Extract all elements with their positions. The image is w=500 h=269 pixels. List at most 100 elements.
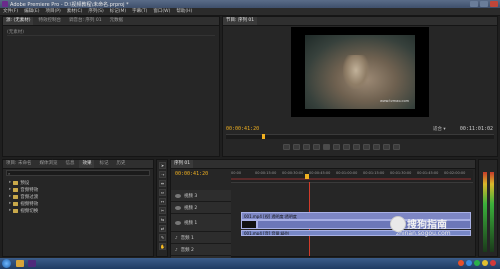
pen-tool[interactable]: ✎ [159,234,166,241]
razor-tool[interactable]: ✂ [159,207,166,214]
eye-icon[interactable] [175,220,181,225]
maximize-button[interactable] [480,1,488,7]
audio-meter-left [483,172,487,252]
folder-icon [13,187,19,192]
speaker-icon[interactable]: ♪ [175,247,178,252]
timeline-timecode[interactable]: 00:00:41:20 [175,171,208,177]
track-headers: 视频 3 视频 2 视频 1 ♪音频 1 ♪音频 2 ♪音频 3 [171,190,231,268]
export-frame-button[interactable] [393,144,400,150]
close-button[interactable] [490,1,498,7]
folder-icon [13,194,19,199]
folder-icon [13,180,19,185]
timeline-panel: 序列 01 00:00:41:20 00:00 00:00:15:00 00:0… [170,159,476,268]
rolling-edit-tool[interactable]: ⇔ [159,189,166,196]
menu-title[interactable]: 字幕(T) [132,8,147,15]
tab-source[interactable]: 源: (无素材) [3,17,34,25]
step-forward-button[interactable] [333,144,340,150]
menu-edit[interactable]: 编辑(E) [24,8,39,15]
tree-item-video-transitions[interactable]: ▸ 视频切换 [9,207,38,214]
tray-icon[interactable] [458,260,464,266]
tray-icon[interactable] [474,260,480,266]
play-button[interactable] [323,144,330,150]
tab-effect-controls[interactable]: 特效控制台 [35,17,64,25]
extract-button[interactable] [383,144,390,150]
transport-controls [283,144,400,150]
ripple-edit-tool[interactable]: ⇹ [159,180,166,187]
track-header-audio-2[interactable]: ♪ 音频 2 [171,244,231,256]
program-total-duration: 00:11:01:02 [459,126,493,132]
audio-meter-right [490,172,494,252]
folder-icon [13,201,19,206]
track-header-video-3[interactable]: 视频 3 [171,190,231,202]
menu-window[interactable]: 窗口(W) [153,8,170,15]
program-monitor-tabs: 节目: 序列 01 [223,17,497,26]
start-button[interactable] [2,259,11,268]
ruler-label: 00:00 [231,171,242,175]
selection-tool[interactable]: ➤ [159,162,166,169]
safe-margins-button[interactable] [363,144,370,150]
program-current-timecode[interactable]: 00:00:41:20 [226,126,259,132]
ruler-label: 00:01:15:00 [363,171,385,175]
menu-sequence[interactable]: 序列(S) [88,8,103,15]
work-area-bar[interactable] [231,178,471,180]
tray-icon[interactable] [490,260,496,266]
eye-icon[interactable] [175,193,181,198]
minimize-button[interactable] [470,1,478,7]
tab-project[interactable]: 项目: 未命名 [3,160,34,168]
loop-button[interactable] [353,144,360,150]
project-panel-tabs: 项目: 未命名 媒体浏览 信息 效果 标记 历史 [3,160,153,169]
tab-media-browser[interactable]: 媒体浏览 [36,160,60,168]
tab-markers[interactable]: 标记 [96,160,111,168]
track-header-video-1[interactable]: 视频 1 [171,214,231,232]
tab-effects[interactable]: 效果 [79,160,95,168]
menu-file[interactable]: 文件(F) [3,8,18,15]
ruler-label: 00:00:30:00 [282,171,304,175]
mark-out-button[interactable] [293,144,300,150]
explorer-taskbar-icon[interactable] [16,260,24,267]
slide-tool[interactable]: ⇄ [159,225,166,232]
system-tray [458,260,496,266]
ruler-label: 00:01:30:00 [390,171,412,175]
premiere-app-icon [2,1,8,7]
go-to-out-button[interactable] [343,144,350,150]
program-time-ruler[interactable] [226,134,494,139]
speaker-icon[interactable]: ♪ [175,235,178,240]
track-header-video-2[interactable]: 视频 2 [171,202,231,214]
tab-audio-mixer[interactable]: 调音台: 序列 01 [66,17,105,25]
menu-project[interactable]: 项目(P) [45,8,60,15]
mark-in-button[interactable] [283,144,290,150]
tab-metadata[interactable]: 元数据 [107,17,127,25]
tray-icon[interactable] [466,260,472,266]
tree-item-presets[interactable]: ▸ 预设 [9,179,38,186]
tray-icon[interactable] [482,260,488,266]
timeline-ruler[interactable]: 00:00 00:00:15:00 00:00:30:00 00:00:45:0… [231,170,473,183]
hand-tool[interactable]: ✋ [159,243,166,250]
slip-tool[interactable]: ⇆ [159,216,166,223]
step-back-button[interactable] [313,144,320,150]
program-playhead[interactable] [262,134,265,139]
window-title: Adobe Premiere Pro - D:\视频教程\未命名.prproj … [10,2,129,8]
menu-help[interactable]: 帮助(H) [176,8,192,15]
tree-item-audio-effects[interactable]: ▸ 音频特效 [9,186,38,193]
lift-button[interactable] [373,144,380,150]
timeline-playhead-handle[interactable] [305,174,309,179]
fit-dropdown[interactable]: 适合 ▾ [433,126,446,132]
rate-stretch-tool[interactable]: ↔ [159,198,166,205]
tree-item-audio-transitions[interactable]: ▸ 音频过渡 [9,193,38,200]
tab-program[interactable]: 节目: 序列 01 [223,17,258,25]
track-select-tool[interactable]: ⇢ [159,171,166,178]
premiere-taskbar-icon[interactable] [28,260,36,267]
tab-sequence-01[interactable]: 序列 01 [171,160,194,168]
watermark-url: zhinan.sogou.com [396,230,451,237]
tools-panel: ➤ ⇢ ⇹ ⇔ ↔ ✂ ⇆ ⇄ ✎ ✋ [156,159,168,257]
tab-info[interactable]: 信息 [62,160,77,168]
search-icon: ⌕ [8,171,11,176]
effects-search-input[interactable]: ⌕ [6,170,150,176]
go-to-in-button[interactable] [303,144,310,150]
tab-history[interactable]: 历史 [113,160,128,168]
menu-marker[interactable]: 标记(M) [110,8,126,15]
menu-clip[interactable]: 素材(C) [67,8,83,15]
tree-item-video-effects[interactable]: ▸ 视频特效 [9,200,38,207]
eye-icon[interactable] [175,205,181,210]
track-header-audio-1[interactable]: ♪ 音频 1 [171,232,231,244]
